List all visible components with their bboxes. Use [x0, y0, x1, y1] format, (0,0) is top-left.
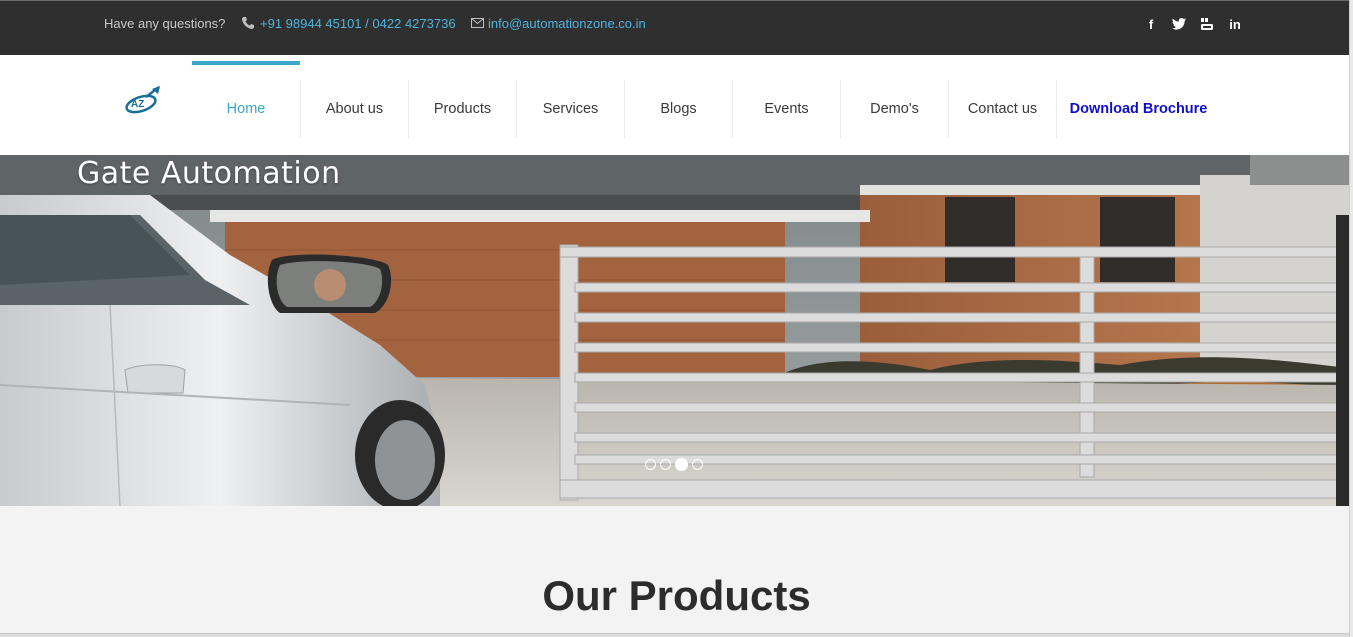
mail-icon	[471, 18, 484, 28]
phone-link[interactable]: +91 98944 45101 / 0422 4273736	[260, 16, 456, 31]
nav-blogs[interactable]: Blogs	[624, 80, 732, 138]
hero-slider[interactable]: Gate Automation	[0, 155, 1349, 506]
slide-dot-4[interactable]	[692, 459, 703, 470]
nav-home[interactable]: Home	[192, 80, 300, 138]
company-logo[interactable]: AZ	[122, 83, 164, 117]
nav-about-us[interactable]: About us	[300, 80, 408, 138]
slider-pagination	[645, 458, 703, 471]
bottom-content-edge	[0, 633, 1349, 637]
hero-image	[0, 155, 1349, 506]
window-top-edge	[0, 0, 1353, 1]
nav-products[interactable]: Products	[408, 80, 516, 138]
phone-icon	[242, 17, 254, 29]
nav-events[interactable]: Events	[732, 80, 840, 138]
twitter-icon[interactable]	[1171, 16, 1187, 32]
nav-demos[interactable]: Demo's	[840, 80, 948, 138]
slide-dot-1[interactable]	[645, 459, 656, 470]
section-title-our-products: Our Products	[542, 572, 811, 619]
questions-label: Have any questions?	[104, 16, 226, 31]
active-nav-indicator	[192, 61, 300, 65]
linkedin-icon[interactable]: in	[1227, 16, 1243, 32]
slide-dot-3[interactable]	[675, 458, 688, 471]
main-header: AZ Home About us Products Services Blogs…	[0, 55, 1349, 155]
nav-contact-us[interactable]: Contact us	[948, 80, 1056, 138]
logo-text: AZ	[131, 99, 144, 110]
hero-title: Gate Automation	[77, 156, 341, 191]
slide-dot-2[interactable]	[660, 459, 671, 470]
youtube-icon[interactable]	[1199, 16, 1215, 32]
window-scrollbar-edge[interactable]	[1349, 0, 1353, 637]
download-brochure-link[interactable]: Download Brochure	[1056, 80, 1220, 138]
email-link[interactable]: info@automationzone.co.in	[488, 16, 646, 31]
facebook-icon[interactable]: f	[1143, 16, 1159, 32]
top-contact-bar: Have any questions? +91 98944 45101 / 04…	[0, 0, 1349, 55]
nav-services[interactable]: Services	[516, 80, 624, 138]
